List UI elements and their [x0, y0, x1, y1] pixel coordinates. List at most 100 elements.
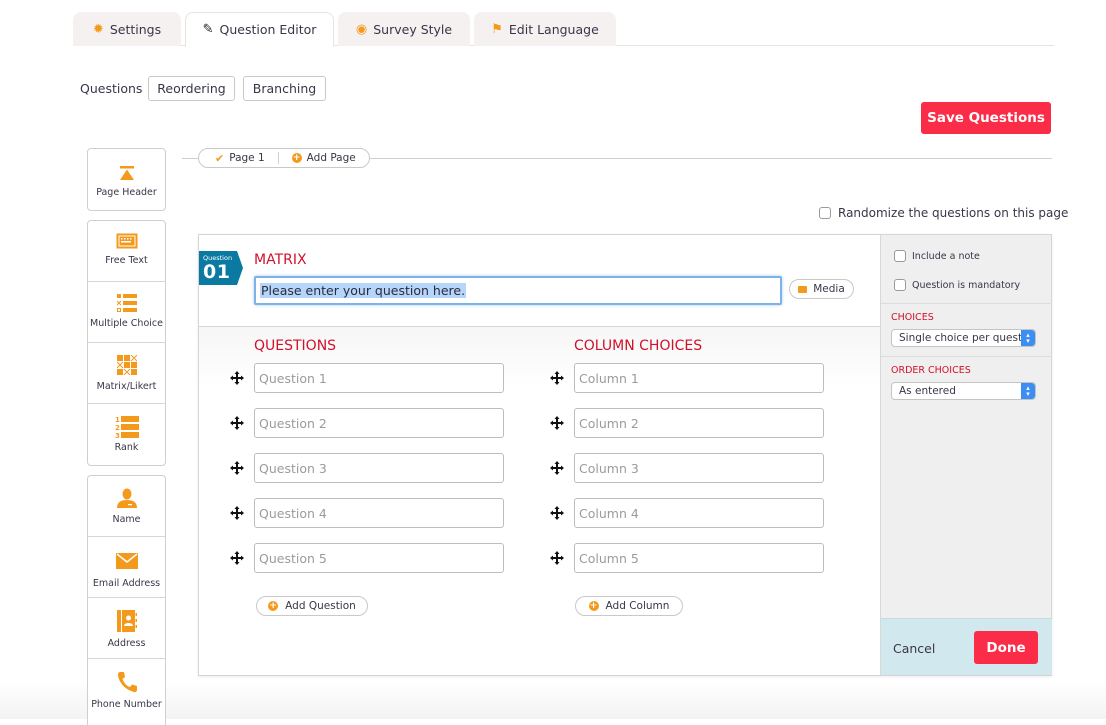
column-choice-input[interactable]: Column 3 [574, 453, 824, 483]
tab-question-editor[interactable]: ✎ Question Editor [185, 12, 334, 47]
sidebar-label: Page Header [96, 187, 157, 198]
question-row-input[interactable]: Question 2 [254, 408, 504, 438]
question-row-input[interactable]: Question 4 [254, 498, 504, 528]
matrix-icon [116, 355, 137, 375]
flag-icon: ⚑ [491, 21, 503, 37]
order-choices-label: ORDER CHOICES [891, 365, 971, 376]
include-note-checkbox[interactable] [894, 250, 906, 262]
svg-text:1: 1 [115, 416, 120, 424]
done-button[interactable]: Done [974, 631, 1038, 664]
choices-select[interactable]: Single choice per question ▴ ▾ [891, 329, 1036, 347]
sidebar-label: Free Text [105, 255, 148, 266]
rank-icon: 123 [115, 416, 139, 438]
placeholder: Question 2 [259, 415, 327, 431]
placeholder: Question 1 [259, 370, 327, 386]
envelope-icon [115, 553, 138, 569]
column-choice-input[interactable]: Column 2 [574, 408, 824, 438]
drag-handle-icon[interactable] [550, 370, 564, 385]
add-page-label: Add Page [306, 152, 356, 164]
person-icon [116, 488, 137, 508]
placeholder: Column 2 [579, 415, 639, 431]
sidebar-item-name[interactable]: Name [88, 476, 165, 537]
sidebar-item-page-header[interactable]: Page Header [88, 149, 165, 210]
column-choices-title: COLUMN CHOICES [574, 338, 703, 354]
mandatory-option[interactable]: Question is mandatory [894, 279, 1020, 291]
tab-survey-style[interactable]: ◉ Survey Style [338, 12, 470, 46]
question-type-title: MATRIX [254, 252, 307, 268]
drag-handle-icon[interactable] [230, 550, 244, 565]
sidebar-item-rank[interactable]: 123 Rank [88, 404, 165, 465]
drag-handle-icon[interactable] [230, 505, 244, 520]
column-choice-input[interactable]: Column 1 [574, 363, 824, 393]
randomize-option[interactable]: Randomize the questions on this page [819, 206, 1068, 220]
cancel-button[interactable]: Cancel [893, 641, 935, 656]
matrix-editor: QUESTIONS COLUMN CHOICES Question 1 Colum… [199, 327, 880, 675]
placeholder: Column 4 [579, 505, 639, 521]
sidebar-group-contact: Name Email Address Address Phone Number [87, 475, 166, 725]
mandatory-checkbox[interactable] [894, 279, 906, 291]
sidebar-group-questions: Free Text Multiple Choice Matrix/Likert … [87, 220, 166, 466]
sidebar-item-free-text[interactable]: Free Text [88, 221, 165, 282]
tab-label: Survey Style [373, 21, 453, 37]
svg-text:3: 3 [115, 432, 120, 438]
drag-handle-icon[interactable] [230, 460, 244, 475]
drag-handle-icon[interactable] [550, 460, 564, 475]
eye-icon: ◉ [355, 21, 368, 37]
gear-icon: ✹ [92, 21, 104, 37]
drag-handle-icon[interactable] [230, 370, 244, 385]
media-button[interactable]: Media [789, 279, 854, 299]
order-choices-select[interactable]: As entered ▴ ▾ [891, 382, 1036, 400]
sidebar-item-matrix-likert[interactable]: Matrix/Likert [88, 343, 165, 404]
badge-number: 01 [203, 261, 231, 283]
questions-title: QUESTIONS [254, 338, 337, 354]
plus-circle-icon: + [291, 153, 302, 163]
page-tabs: ✔ Page 1 + Add Page [198, 148, 370, 168]
multiple-choice-icon [116, 294, 137, 312]
add-page-button[interactable]: + Add Page [279, 152, 356, 164]
page-header-icon [119, 166, 134, 180]
column-choice-input[interactable]: Column 4 [574, 498, 824, 528]
page-1-tab[interactable]: ✔ Page 1 [199, 152, 265, 165]
reordering-button[interactable]: Reordering [148, 76, 235, 101]
drag-handle-icon[interactable] [230, 415, 244, 430]
branching-button[interactable]: Branching [243, 76, 326, 101]
question-header: Question 01 MATRIX Please enter your que… [199, 235, 880, 327]
save-questions-button[interactable]: Save Questions [921, 102, 1051, 134]
top-tabs: ✹ Settings ✎ Question Editor ◉ Survey St… [73, 12, 1054, 47]
question-row-input[interactable]: Question 5 [254, 543, 504, 573]
drag-handle-icon[interactable] [550, 550, 564, 565]
add-column-button[interactable]: + Add Column [575, 596, 683, 616]
sidebar-item-multiple-choice[interactable]: Multiple Choice [88, 282, 165, 343]
sidebar-label: Name [112, 514, 141, 525]
sidebar-item-phone-number[interactable]: Phone Number [88, 659, 165, 720]
question-number-badge: Question 01 [199, 251, 243, 285]
check-icon: ✔ [215, 151, 225, 165]
randomize-checkbox[interactable] [819, 207, 831, 219]
placeholder: Question 4 [259, 505, 327, 521]
pencil-icon: ✎ [202, 22, 214, 37]
include-note-option[interactable]: Include a note [894, 250, 980, 262]
media-label: Media [813, 283, 845, 295]
question-row-input[interactable]: Question 1 [254, 363, 504, 393]
order-choices-value: As entered [899, 385, 956, 397]
mandatory-label: Question is mandatory [912, 279, 1021, 291]
sidebar-item-address[interactable]: Address [88, 598, 165, 659]
include-note-label: Include a note [912, 250, 980, 262]
tab-label: Settings [109, 21, 162, 37]
add-column-label: Add Column [605, 600, 670, 612]
tab-settings[interactable]: ✹ Settings [73, 12, 181, 46]
tab-label: Question Editor [219, 22, 317, 37]
sidebar-group-page: Page Header [87, 148, 166, 211]
tab-edit-language[interactable]: ⚑ Edit Language [474, 12, 616, 46]
sidebar-item-email-address[interactable]: Email Address [88, 537, 165, 598]
randomize-label: Randomize the questions on this page [838, 206, 1069, 220]
column-choice-input[interactable]: Column 5 [574, 543, 824, 573]
add-question-button[interactable]: + Add Question [256, 596, 368, 616]
drag-handle-icon[interactable] [550, 505, 564, 520]
question-text-input[interactable]: Please enter your question here. [254, 276, 782, 305]
address-book-icon [116, 610, 137, 632]
placeholder: Column 1 [579, 370, 639, 386]
drag-handle-icon[interactable] [550, 415, 564, 430]
select-arrows-icon: ▴ ▾ [1021, 383, 1035, 399]
question-row-input[interactable]: Question 3 [254, 453, 504, 483]
